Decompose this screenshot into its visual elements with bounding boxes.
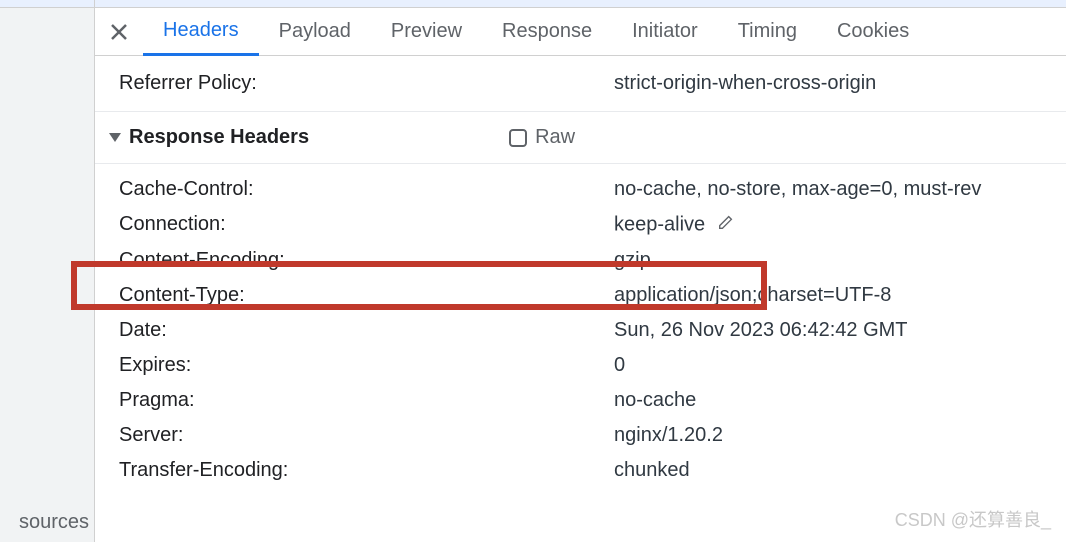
- tab-initiator[interactable]: Initiator: [612, 8, 718, 56]
- header-key: Date:: [119, 319, 614, 342]
- main-panel: Headers Payload Preview Response Initiat…: [95, 0, 1066, 542]
- header-key: Connection:: [119, 213, 614, 237]
- tab-response[interactable]: Response: [482, 8, 612, 56]
- header-row-transfer-encoding: Transfer-Encoding: chunked: [95, 453, 1066, 488]
- header-key: Cache-Control:: [119, 178, 614, 201]
- tab-payload[interactable]: Payload: [259, 8, 371, 56]
- response-headers-section[interactable]: Response Headers Raw: [95, 112, 1066, 164]
- header-value: keep-alive: [614, 213, 1066, 237]
- header-row-expires: Expires: 0: [95, 348, 1066, 383]
- tabs-bar: Headers Payload Preview Response Initiat…: [95, 8, 1066, 56]
- header-value: nginx/1.20.2: [614, 424, 1066, 447]
- section-title: Response Headers: [129, 126, 309, 149]
- content-area: Referrer Policy: strict-origin-when-cros…: [95, 56, 1066, 488]
- referrer-policy-row: Referrer Policy: strict-origin-when-cros…: [95, 56, 1066, 112]
- header-value: 0: [614, 354, 1066, 377]
- chevron-down-icon: [109, 133, 121, 142]
- headers-list: Cache-Control: no-cache, no-store, max-a…: [95, 164, 1066, 488]
- left-sidebar: sources: [0, 0, 95, 542]
- header-key: Server:: [119, 424, 614, 447]
- close-icon[interactable]: [95, 8, 143, 56]
- header-row-server: Server: nginx/1.20.2: [95, 418, 1066, 453]
- header-value: gzip: [614, 249, 1066, 272]
- header-key: Content-Encoding:: [119, 249, 614, 272]
- referrer-policy-value: strict-origin-when-cross-origin: [614, 72, 1066, 95]
- header-key: Content-Type:: [119, 284, 614, 307]
- header-value: application/json;charset=UTF-8: [614, 284, 1066, 307]
- tab-timing[interactable]: Timing: [718, 8, 817, 56]
- tab-cookies[interactable]: Cookies: [817, 8, 929, 56]
- header-row-content-type: Content-Type: application/json;charset=U…: [95, 278, 1066, 313]
- tab-preview[interactable]: Preview: [371, 8, 482, 56]
- raw-toggle[interactable]: Raw: [509, 126, 575, 149]
- header-row-content-encoding: Content-Encoding: gzip: [95, 243, 1066, 278]
- header-value-text: keep-alive: [614, 213, 705, 235]
- header-value: chunked: [614, 459, 1066, 482]
- header-row-connection: Connection: keep-alive: [95, 207, 1066, 243]
- header-key: Transfer-Encoding:: [119, 459, 614, 482]
- header-value: no-cache: [614, 389, 1066, 412]
- header-key: Pragma:: [119, 389, 614, 412]
- header-key: Expires:: [119, 354, 614, 377]
- header-value: Sun, 26 Nov 2023 06:42:42 GMT: [614, 319, 1066, 342]
- sources-label: sources: [0, 511, 94, 542]
- raw-label: Raw: [535, 126, 575, 149]
- header-value: no-cache, no-store, max-age=0, must-rev: [614, 178, 1066, 201]
- left-top-strip: [0, 0, 94, 8]
- watermark: CSDN @还算善良_: [895, 506, 1051, 532]
- header-row-date: Date: Sun, 26 Nov 2023 06:42:42 GMT: [95, 313, 1066, 348]
- referrer-policy-key: Referrer Policy:: [119, 72, 614, 95]
- raw-checkbox[interactable]: [509, 129, 527, 147]
- tab-headers[interactable]: Headers: [143, 8, 259, 56]
- header-row-cache-control: Cache-Control: no-cache, no-store, max-a…: [95, 172, 1066, 207]
- edit-icon[interactable]: [717, 213, 735, 237]
- header-row-pragma: Pragma: no-cache: [95, 383, 1066, 418]
